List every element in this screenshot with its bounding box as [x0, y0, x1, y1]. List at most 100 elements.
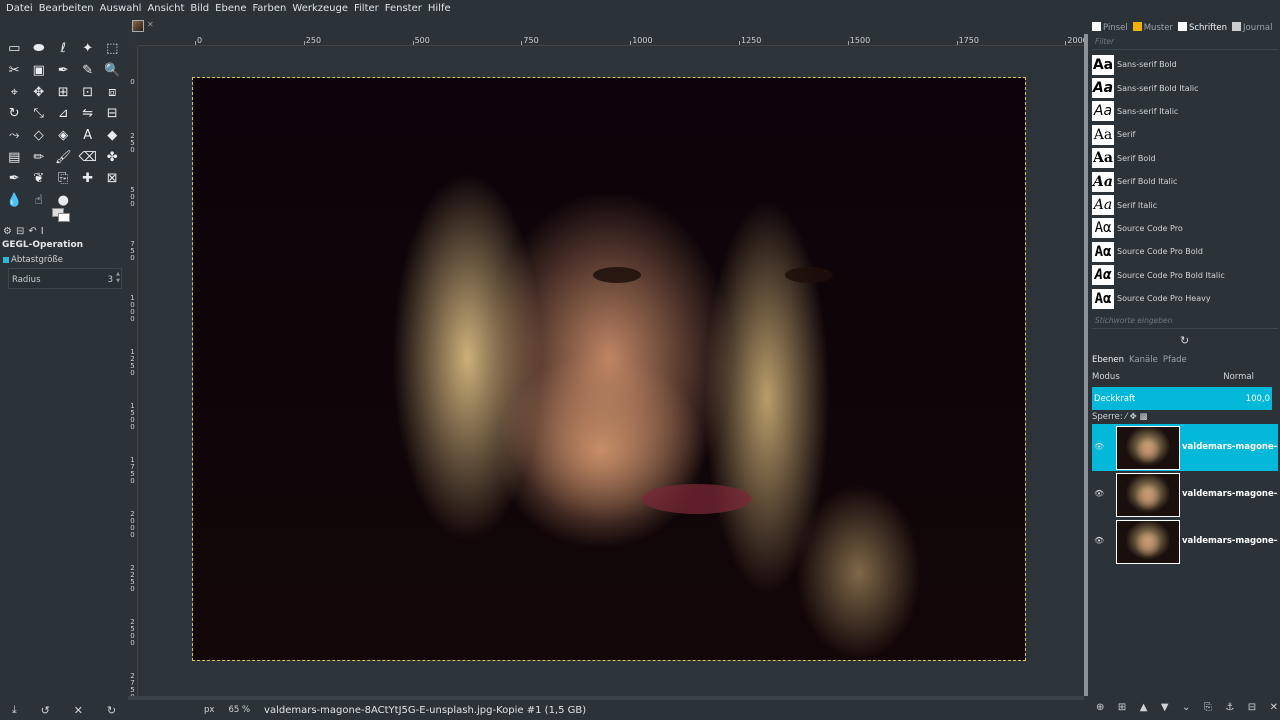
font-list-item[interactable]: Aa Sans-serif Bold: [1092, 53, 1272, 76]
delete-layer-icon[interactable]: ✕: [1270, 702, 1278, 713]
menu-bearbeiten[interactable]: Bearbeiten: [36, 0, 97, 18]
tool-options-tab-icon[interactable]: ⚙: [3, 226, 12, 237]
save-options-icon[interactable]: ⤓: [12, 703, 17, 717]
tool-free-select-icon[interactable]: ℓ: [51, 38, 76, 60]
tool-mypaint-brush-icon[interactable]: ❦: [27, 168, 52, 190]
tool-crop-icon[interactable]: ⊡: [76, 81, 101, 103]
tool-shear-icon[interactable]: ⊿: [51, 103, 76, 125]
opacity-slider[interactable]: Deckkraft 100,0: [1092, 387, 1272, 410]
image-canvas[interactable]: [192, 77, 1026, 661]
image-tab-thumbnail[interactable]: [132, 20, 144, 32]
radius-spin-field[interactable]: Radius 3 ▲ ▼: [8, 268, 122, 289]
delete-options-icon[interactable]: ✕: [74, 704, 83, 717]
font-list-item[interactable]: Aa Serif: [1092, 123, 1272, 146]
tool-pencil-icon[interactable]: ✏: [27, 146, 52, 168]
eye-icon[interactable]: 👁: [1094, 442, 1104, 451]
anchor-icon[interactable]: ⚓: [1225, 702, 1234, 713]
background-color-swatch[interactable]: [58, 213, 70, 222]
layer-row[interactable]: 👁 valdemars-magone-8AC: [1092, 518, 1278, 565]
font-list-item[interactable]: Aα Source Code Pro Heavy: [1092, 287, 1272, 310]
canvas-area[interactable]: -250025050075010001250150017502000225025…: [128, 34, 1084, 696]
opacity-value[interactable]: 100,0: [1246, 394, 1270, 404]
layer-name[interactable]: valdemars-magone-8AC: [1182, 489, 1278, 499]
tool-rotate-icon[interactable]: ↻: [2, 103, 27, 125]
dock-tab-kanäle[interactable]: Kanäle: [1129, 355, 1158, 367]
tool-perspective-icon[interactable]: ⊟: [100, 103, 125, 125]
tool-scale-icon[interactable]: ⤡: [27, 103, 52, 125]
dock-tab-muster[interactable]: Muster: [1132, 21, 1173, 33]
font-list-item[interactable]: Aa Serif Bold Italic: [1092, 170, 1272, 193]
tool-measure-icon[interactable]: ⌖: [2, 81, 27, 103]
radius-value[interactable]: 3: [108, 275, 113, 285]
layer-name[interactable]: valdemars-magone-8AC: [1182, 536, 1278, 546]
menu-werkzeuge[interactable]: Werkzeuge: [289, 0, 351, 18]
tool-blur-icon[interactable]: 💧: [2, 190, 27, 212]
vertical-ruler[interactable]: 0 250 500 750 1000 1250 1500 1750 2000 2250 2500 27…: [128, 46, 138, 696]
tool-move-icon[interactable]: ✥: [27, 81, 52, 103]
font-list-item[interactable]: Aa Serif Italic: [1092, 193, 1272, 216]
tool-scissors-icon[interactable]: ✂: [2, 60, 27, 82]
tool-gradient-icon[interactable]: ▤: [2, 146, 27, 168]
tool-ellipse-select-icon[interactable]: ⬬: [27, 38, 52, 60]
tool-select-by-color-icon[interactable]: ⬚: [100, 38, 125, 60]
refresh-icon[interactable]: ↻: [1180, 334, 1189, 347]
zoom-selector[interactable]: 65 %: [228, 705, 250, 715]
undo-history-tab-icon[interactable]: ↶: [28, 226, 36, 237]
lock-position-icon[interactable]: ✥: [1130, 412, 1137, 422]
font-list-item[interactable]: Aα Source Code Pro Bold: [1092, 240, 1272, 263]
new-group-icon[interactable]: ⊞: [1118, 702, 1126, 713]
lower-layer-icon[interactable]: ▼: [1161, 702, 1169, 713]
layer-row[interactable]: 👁 valdemars-magone-8AC: [1092, 471, 1278, 518]
tool-warp-icon[interactable]: ⤳: [2, 125, 27, 147]
dock-tab-schriften[interactable]: Schriften: [1177, 21, 1227, 33]
menu-fenster[interactable]: Fenster: [382, 0, 425, 18]
menu-ansicht[interactable]: Ansicht: [144, 0, 187, 18]
lock-alpha-icon[interactable]: ▩: [1139, 412, 1147, 422]
tool-heal-icon[interactable]: ✚: [76, 168, 101, 190]
device-status-tab-icon[interactable]: ⊟: [16, 226, 24, 237]
mask-icon[interactable]: ⊟: [1248, 702, 1256, 713]
lock-pixels-icon[interactable]: ⁄: [1125, 412, 1126, 422]
font-filter-input[interactable]: Filter: [1092, 37, 1278, 50]
tool-handle-transform-icon[interactable]: ◈: [51, 125, 76, 147]
tool-bucket-fill-icon[interactable]: ◆: [100, 125, 125, 147]
tool-color-picker-icon[interactable]: ✎: [76, 60, 101, 82]
tool-rect-select-icon[interactable]: ▭: [2, 38, 27, 60]
menu-hilfe[interactable]: Hilfe: [425, 0, 454, 18]
tool-cage-icon[interactable]: ◇: [27, 125, 52, 147]
menu-datei[interactable]: Datei: [3, 0, 36, 18]
reset-options-icon[interactable]: ↻: [107, 704, 116, 717]
font-list-item[interactable]: Aa Sans-serif Bold Italic: [1092, 76, 1272, 99]
horizontal-ruler[interactable]: -250025050075010001250150017502000225025…: [138, 34, 1084, 46]
tool-align-icon[interactable]: ⊞: [51, 81, 76, 103]
tool-paintbrush-icon[interactable]: 🖌: [51, 146, 76, 168]
checkbox-icon[interactable]: [3, 257, 9, 263]
dock-tab-journal[interactable]: Journal: [1232, 21, 1272, 33]
close-icon[interactable]: ✕: [147, 20, 154, 29]
sample-size-option[interactable]: Abtastgröße: [3, 255, 63, 265]
tool-smudge-icon[interactable]: ☝: [27, 190, 52, 212]
fg-bg-color-selector[interactable]: [52, 208, 72, 222]
restore-options-icon[interactable]: ↺: [41, 704, 50, 717]
tool-unified-transform-icon[interactable]: ⧈: [100, 81, 125, 103]
tool-paths-icon[interactable]: ✒: [51, 60, 76, 82]
tool-foreground-select-icon[interactable]: ▣: [27, 60, 52, 82]
menu-auswahl[interactable]: Auswahl: [97, 0, 145, 18]
tags-input[interactable]: Stichworte eingeben: [1092, 316, 1278, 329]
spinner-arrows-icon[interactable]: ▲ ▼: [116, 271, 120, 285]
font-list-item[interactable]: Aα Source Code Pro Bold Italic: [1092, 264, 1272, 287]
tool-flip-icon[interactable]: ⇋: [76, 103, 101, 125]
tool-text-icon[interactable]: A: [76, 125, 101, 147]
dock-tab-ebenen[interactable]: Ebenen: [1092, 355, 1124, 367]
merge-down-icon[interactable]: ⌄: [1182, 702, 1190, 713]
unit-selector[interactable]: px: [204, 705, 214, 715]
layer-row[interactable]: 👁 valdemars-magone-8ACt: [1092, 424, 1278, 471]
eye-icon[interactable]: 👁: [1094, 489, 1104, 498]
tool-clone-icon[interactable]: ⎘: [51, 168, 76, 190]
tool-perspective-clone-icon[interactable]: ⊠: [100, 168, 125, 190]
tool-fuzzy-select-icon[interactable]: ✦: [76, 38, 101, 60]
font-list-item[interactable]: Aa Sans-serif Italic: [1092, 100, 1272, 123]
menu-bild[interactable]: Bild: [187, 0, 212, 18]
dock-tab-pfade[interactable]: Pfade: [1163, 355, 1187, 367]
font-list-item[interactable]: Aa Serif Bold: [1092, 147, 1272, 170]
